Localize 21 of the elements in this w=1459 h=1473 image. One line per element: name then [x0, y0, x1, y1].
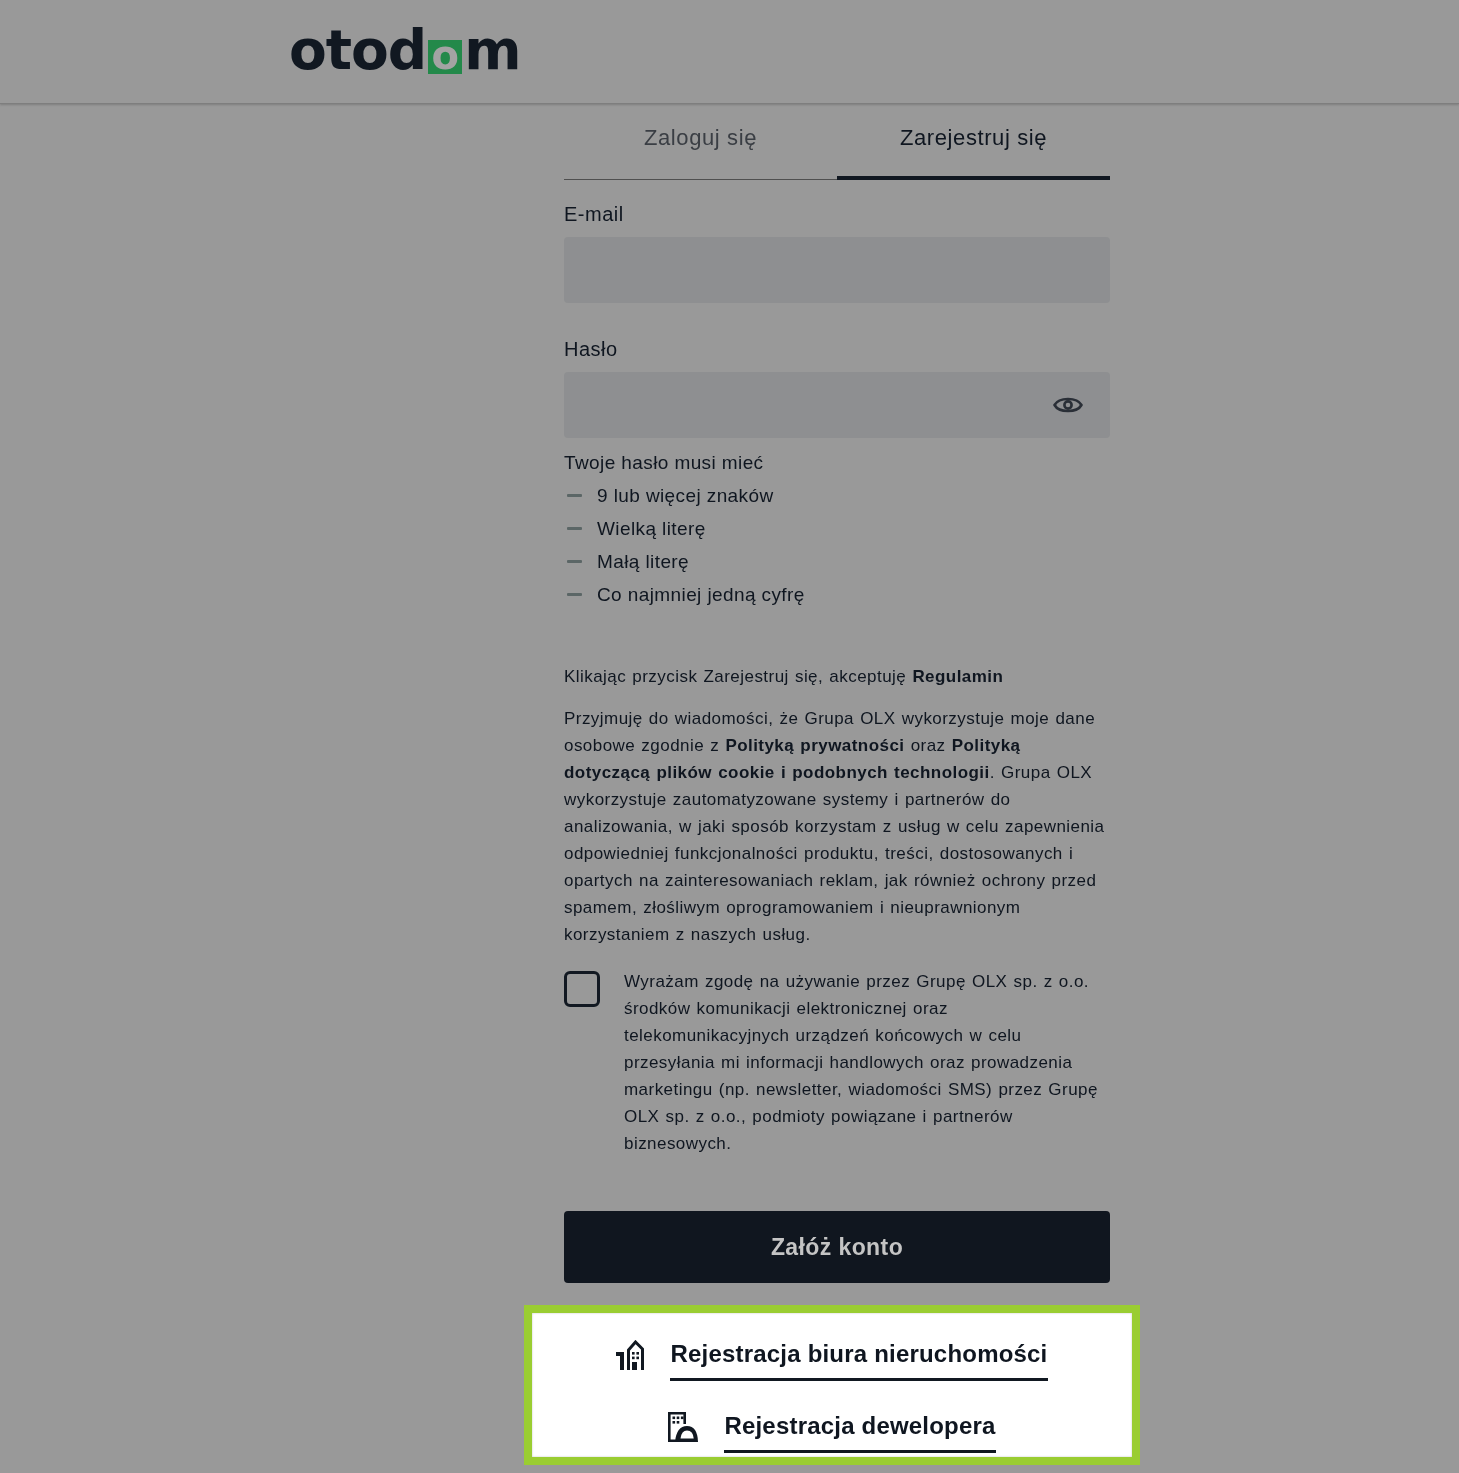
terms-text: Klikając przycisk Zarejestruj się, akceptuję Regulamin	[564, 666, 1005, 688]
password-rules-title: Twoje hasło musi mieć	[564, 452, 765, 474]
field-label: Hasło	[564, 338, 619, 360]
tab[interactable]: Zarejestruj się	[837, 104, 1110, 180]
agency-registration-link[interactable]: Rejestracja biura nieruchomości	[616, 1340, 1048, 1381]
developer-registration-link[interactable]: Rejestracja dewelopera	[668, 1412, 996, 1453]
checkbox[interactable]	[564, 971, 600, 1007]
field-label: E-mail	[564, 203, 625, 225]
building-hardhat-icon	[668, 1412, 699, 1442]
rule-text: Wielką literę	[597, 517, 706, 540]
site-logo[interactable]: otod o m	[289, 20, 521, 80]
rule-text: 9 lub więcej znaków	[597, 484, 774, 507]
eye-icon[interactable]	[1053, 395, 1083, 415]
building-icon	[616, 1340, 645, 1370]
rule-text: Co najmniej jedną cyfrę	[597, 583, 805, 606]
privacy-notice: Przyjmuję do wiadomości, że Grupa OLX wykorzystuje moje dane osobowe zgodnie z Polityką prywatności oraz Polityką dotyczącą plików cookie i podobnych technologii. Grupa OLX wykorzystuje zautomatyzowane systemy i partnerów do analizowania, w jaki sposób korzystam z usług w celu zapewnienia odpowiedniej funkcjonalności produktu, treści, dostosowanych i opartych na zainteresowaniach reklam, jak również ochrony przed spamem, złośliwym oprogramowaniem i nieuprawnionym korzystaniem z naszych usług.	[564, 708, 1106, 946]
rule-text: Małą literę	[597, 550, 690, 573]
create-account-button[interactable]: Załóż konto	[564, 1211, 1110, 1283]
tab[interactable]: Zaloguj się	[564, 104, 837, 180]
consent-text: Wyrażam zgodę na używanie przez Grupę OLX sp. z o.o. środków komunikacji elektronicznej oraz telekomunikacyjnych urządzeń końcowych w celu przesyłania mi informacji handlowych oraz prowadzenia marketingu (np. newsletter, wiadomości SMS) przez Grupę OLX sp. z o.o., podmioty powiązane i partnerów biznesowych.	[624, 971, 1099, 1155]
password-field[interactable]	[564, 372, 1110, 438]
